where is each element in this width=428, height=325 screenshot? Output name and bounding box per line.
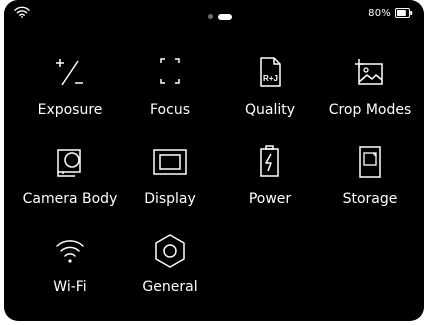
menu-item-label: Wi-Fi [53, 279, 87, 295]
menu-item-display[interactable]: Display [120, 144, 220, 224]
menu-item-exposure[interactable]: Exposure [20, 55, 120, 135]
display-icon [150, 144, 190, 184]
battery-icon [395, 8, 413, 18]
quality-icon-text: R+J [263, 74, 278, 83]
page-dot-active[interactable] [218, 14, 232, 20]
menu-item-label: Crop Modes [328, 102, 412, 118]
menu-item-label: General [142, 279, 198, 295]
battery-percentage: 80% [368, 7, 391, 19]
menu-item-wifi[interactable]: Wi-Fi [20, 232, 120, 312]
menu-item-label: Quality [244, 102, 296, 118]
menu-item-label: Focus [150, 102, 190, 118]
memory-card-icon [350, 144, 390, 184]
wifi-icon [50, 232, 90, 272]
wifi-status-icon [14, 6, 30, 18]
menu-item-label: Exposure [37, 102, 103, 118]
menu-item-focus[interactable]: Focus [120, 55, 220, 135]
battery-status: 80% [368, 6, 413, 20]
hex-nut-icon [150, 232, 190, 272]
menu-item-power[interactable]: Power [220, 144, 320, 224]
crop-image-icon [350, 55, 390, 95]
page-dot-inactive[interactable] [208, 14, 213, 19]
menu-item-crop-modes[interactable]: Crop Modes [320, 55, 420, 135]
camera-body-icon [50, 144, 90, 184]
menu-item-label: Camera Body [22, 191, 118, 207]
menu-item-camera-body[interactable]: Camera Body [20, 144, 120, 224]
status-bar: 80% [4, 0, 424, 26]
menu-item-storage[interactable]: Storage [320, 144, 420, 224]
menu-item-label: Display [144, 191, 196, 207]
raw-jpeg-file-icon: R+J [250, 55, 290, 95]
menu-item-quality[interactable]: R+J Quality [220, 55, 320, 135]
settings-screen: 80% Exposure Focus R+J Quality Crop Mode… [4, 0, 424, 321]
battery-power-icon [250, 144, 290, 184]
menu-item-label: Power [248, 191, 292, 207]
focus-frame-icon [150, 55, 190, 95]
menu-item-general[interactable]: General [120, 232, 220, 312]
exposure-compensation-icon [50, 55, 90, 95]
menu-item-label: Storage [342, 191, 398, 207]
